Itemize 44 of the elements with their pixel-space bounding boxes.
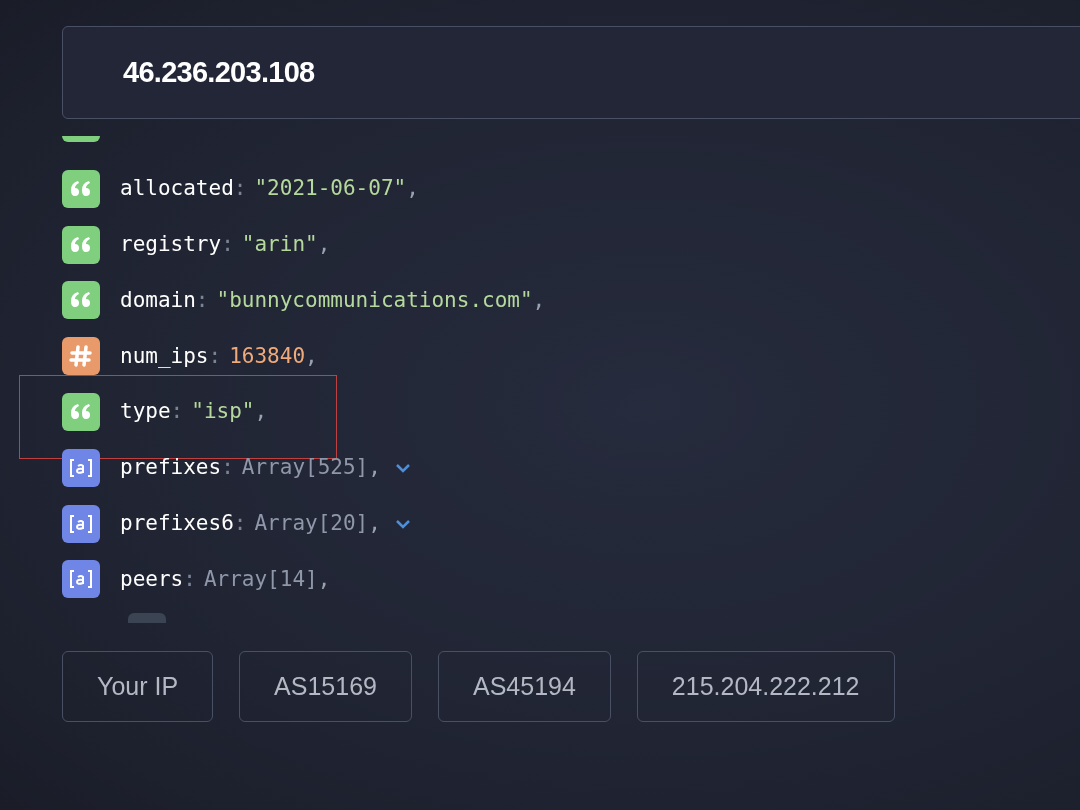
field-key: prefixes6 — [120, 507, 234, 540]
colon: : — [233, 509, 247, 537]
colon: : — [221, 230, 234, 258]
comma: , — [317, 230, 331, 258]
comma: , — [532, 286, 546, 314]
field-value: "bunnycommunications.com" — [216, 286, 533, 314]
scroll-thumb[interactable] — [128, 613, 166, 624]
quick-link-button[interactable]: AS15169 — [239, 651, 412, 723]
colon: : — [221, 454, 234, 482]
comma: , — [406, 175, 419, 203]
chevron-down-icon[interactable] — [394, 462, 411, 473]
field-value: "isp" — [191, 398, 255, 426]
field-value: Array[525] — [241, 454, 369, 482]
field-key: registry — [120, 228, 222, 261]
comma: , — [368, 509, 381, 537]
field-value: Array[14] — [203, 565, 318, 593]
field-key: prefixes — [120, 452, 222, 484]
colon: : — [183, 565, 196, 593]
field-key: peers — [120, 563, 184, 596]
field-key: allocated — [120, 173, 234, 205]
comma: , — [368, 454, 381, 482]
search-field[interactable]: 46.236.203.108 — [62, 26, 1080, 119]
chevron-down-icon[interactable] — [394, 518, 411, 529]
comma: , — [305, 342, 318, 370]
field-value: "2021-06-07" — [254, 175, 407, 203]
comma: , — [317, 565, 331, 593]
quick-link-button[interactable]: AS45194 — [437, 651, 611, 723]
colon: : — [233, 175, 247, 203]
field-key: type — [120, 396, 171, 428]
colon: : — [170, 398, 184, 426]
quick-link-button[interactable]: Your IP — [62, 651, 214, 723]
quick-link-button[interactable]: 215.204.222.212 — [636, 651, 895, 723]
array-icon — [62, 504, 100, 543]
field-value: Array[20] — [254, 509, 369, 537]
hash-icon — [62, 337, 100, 376]
array-icon — [62, 448, 100, 487]
field-key: domain — [120, 284, 196, 317]
field-key: num_ips — [120, 340, 209, 373]
array-icon — [62, 560, 100, 599]
field-value: "arin" — [241, 230, 318, 258]
colon: : — [195, 286, 209, 314]
field-value: 163840 — [229, 342, 306, 370]
colon: : — [208, 342, 222, 370]
comma: , — [254, 398, 268, 426]
